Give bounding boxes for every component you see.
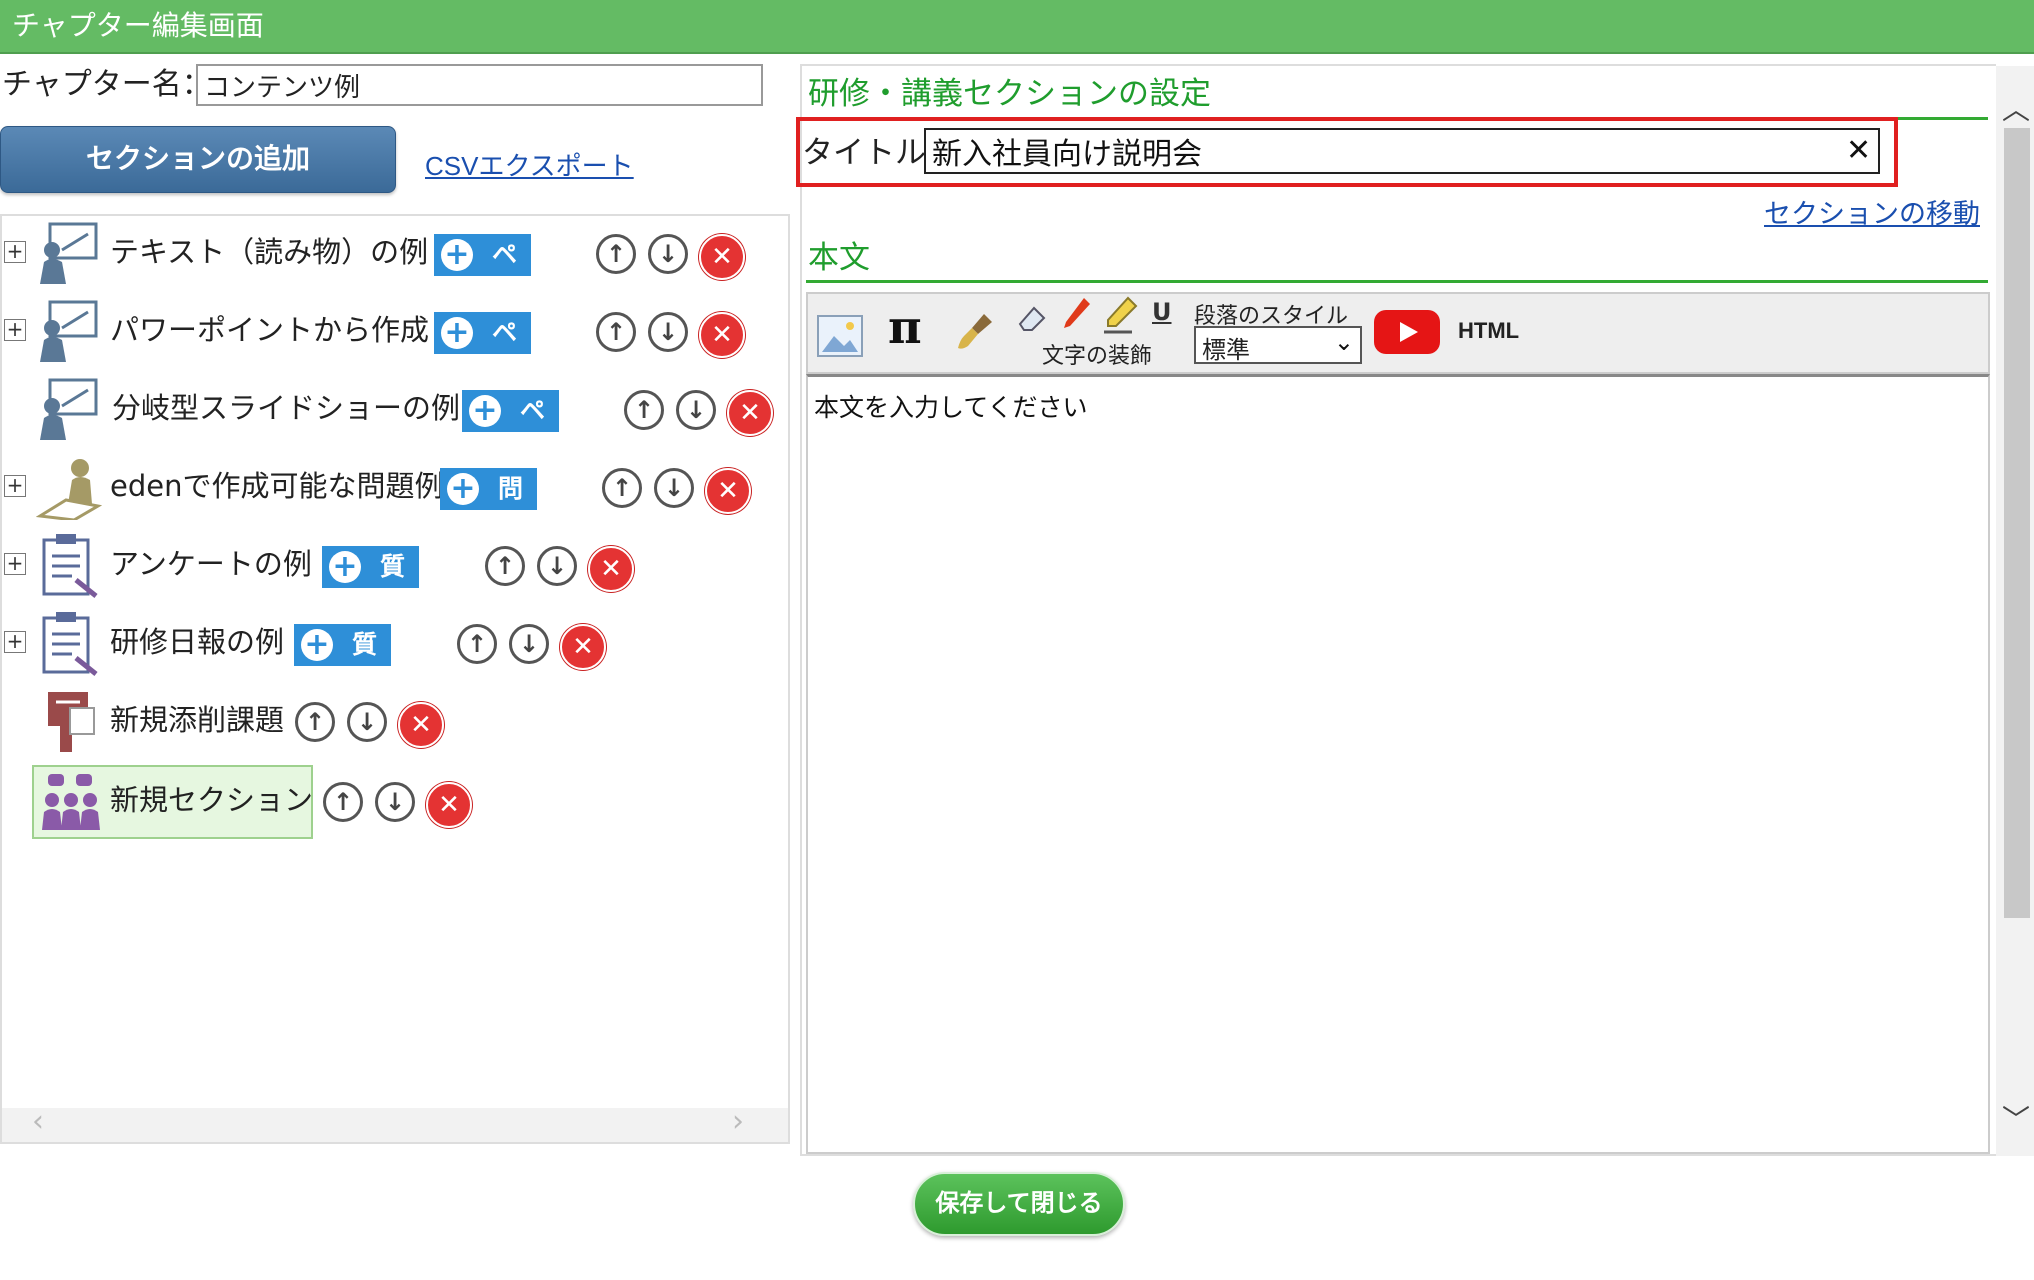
section-tree-panel: [0, 214, 790, 1144]
section-label[interactable]: テキスト（読み物）の例: [110, 232, 428, 272]
chevron-down-icon[interactable]: ﹀: [2002, 1098, 2030, 1138]
delete-button[interactable]: ✕: [705, 468, 751, 514]
html-source-button[interactable]: HTML: [1458, 318, 1519, 344]
chapter-name-label: チャプター名：: [2, 67, 212, 102]
group-discussion-icon: [42, 774, 100, 830]
plus-icon: +: [441, 317, 473, 349]
delete-button[interactable]: ✕: [699, 234, 745, 280]
postbox-icon: [48, 692, 95, 752]
expand-toggle[interactable]: +: [4, 241, 26, 263]
move-down-button[interactable]: ↓: [676, 390, 716, 430]
window-title: チャプター編集画面: [12, 9, 264, 42]
delete-button[interactable]: ✕: [727, 390, 773, 436]
highlighter-icon[interactable]: [1102, 296, 1138, 336]
test-taker-icon: [36, 459, 102, 520]
paragraph-style-select[interactable]: 標準 ⌄: [1194, 326, 1362, 364]
expand-toggle[interactable]: +: [4, 553, 26, 575]
move-down-button[interactable]: ↓: [537, 546, 577, 586]
delete-button[interactable]: ✕: [588, 546, 634, 592]
insert-image-icon[interactable]: [816, 312, 864, 360]
body-heading-divider: [806, 280, 1988, 283]
text-color-pen-icon[interactable]: [1058, 296, 1092, 336]
chevron-up-icon[interactable]: ︿: [2002, 88, 2030, 128]
add-page-button[interactable]: +ページ: [434, 234, 532, 353]
move-up-button[interactable]: ↑: [295, 702, 335, 742]
add-section-button[interactable]: セクションの追加: [0, 126, 396, 193]
eraser-icon[interactable]: [1014, 300, 1050, 336]
move-up-button[interactable]: ↑: [457, 624, 497, 664]
csv-export-link[interactable]: CSVエクスポート: [425, 146, 634, 183]
move-down-button[interactable]: ↓: [347, 702, 387, 742]
chevron-left-icon[interactable]: ‹: [32, 1104, 44, 1139]
section-settings-heading: 研修・講義セクションの設定: [808, 76, 1211, 112]
body-placeholder: 本文を入力してください: [814, 393, 1088, 422]
plus-icon: +: [469, 395, 501, 427]
move-up-button[interactable]: ↑: [323, 782, 363, 822]
move-down-button[interactable]: ↓: [654, 468, 694, 508]
text-decoration-label: 文字の装飾: [1042, 344, 1153, 369]
youtube-icon[interactable]: [1372, 308, 1442, 356]
chevron-down-icon: ⌄: [1333, 328, 1354, 356]
title-field-highlight: [796, 117, 1898, 187]
add-page-button[interactable]: +ページ: [434, 312, 532, 431]
save-and-close-button[interactable]: 保存して閉じる: [913, 1172, 1125, 1236]
move-up-button[interactable]: ↑: [596, 312, 636, 352]
clipboard-icon: [42, 534, 98, 598]
math-pi-icon[interactable]: π: [888, 300, 922, 354]
section-label[interactable]: アンケートの例: [110, 544, 312, 584]
underline-icon[interactable]: U: [1152, 298, 1172, 326]
section-label[interactable]: edenで作成可能な問題例: [110, 466, 443, 506]
expand-toggle[interactable]: +: [4, 319, 26, 341]
move-section-link[interactable]: セクションの移動: [1764, 192, 1980, 231]
add-question-button[interactable]: + 問題: [440, 468, 538, 545]
chapter-name-input[interactable]: [196, 64, 763, 106]
delete-button[interactable]: ✕: [426, 782, 472, 828]
paragraph-style-value: 標準: [1202, 336, 1250, 364]
move-down-button[interactable]: ↓: [509, 624, 549, 664]
expand-toggle[interactable]: +: [4, 475, 26, 497]
plus-icon: +: [447, 473, 479, 505]
move-down-button[interactable]: ↓: [375, 782, 415, 822]
move-up-button[interactable]: ↑: [485, 546, 525, 586]
format-painter-icon[interactable]: [954, 310, 998, 354]
section-label[interactable]: 新規セクション: [110, 780, 313, 820]
section-label[interactable]: 新規添削課題: [110, 700, 284, 740]
move-down-button[interactable]: ↓: [648, 234, 688, 274]
plus-icon: +: [301, 629, 333, 661]
presenter-icon: [40, 222, 98, 284]
plus-icon: +: [329, 551, 361, 583]
presenter-icon: [40, 378, 98, 440]
move-up-button[interactable]: ↑: [624, 390, 664, 430]
move-up-button[interactable]: ↑: [602, 468, 642, 508]
move-up-button[interactable]: ↑: [596, 234, 636, 274]
move-down-button[interactable]: ↓: [648, 312, 688, 352]
add-survey-question-button[interactable]: + 質問: [294, 624, 392, 701]
tree-horizontal-scrollbar[interactable]: ‹ ›: [2, 1104, 788, 1142]
section-label[interactable]: 分岐型スライドショーの例: [112, 388, 460, 428]
vertical-scrollbar-thumb[interactable]: [2004, 128, 2030, 918]
delete-button[interactable]: ✕: [699, 312, 745, 358]
body-heading: 本文: [808, 240, 870, 276]
clipboard-icon: [42, 612, 98, 676]
plus-icon: +: [441, 239, 473, 271]
window-title-bar: チャプター編集画面: [0, 0, 2034, 54]
delete-button[interactable]: ✕: [560, 624, 606, 670]
delete-button[interactable]: ✕: [398, 702, 444, 748]
add-page-button[interactable]: +ページ: [462, 390, 560, 509]
presenter-icon: [40, 300, 98, 362]
add-survey-question-button[interactable]: + 質問: [322, 546, 420, 623]
expand-toggle[interactable]: +: [4, 631, 26, 653]
chevron-right-icon[interactable]: ›: [732, 1104, 744, 1139]
section-label[interactable]: パワーポイントから作成: [110, 310, 429, 350]
section-label[interactable]: 研修日報の例: [110, 622, 284, 662]
body-editor[interactable]: [806, 374, 1990, 1154]
